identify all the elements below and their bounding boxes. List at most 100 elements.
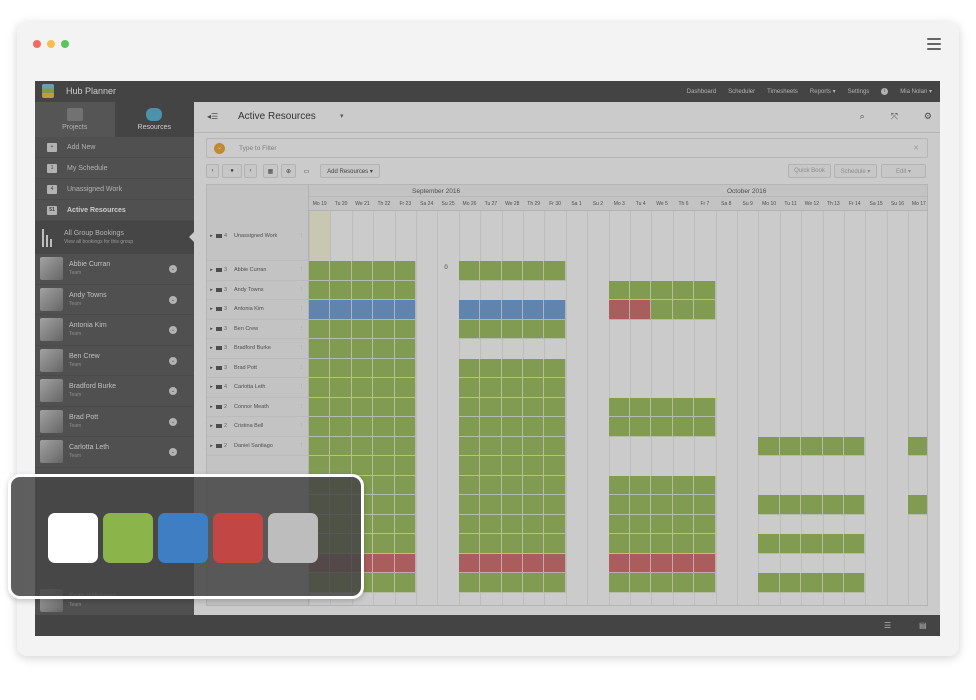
booking-block[interactable] [694,417,716,437]
booking-block[interactable] [501,475,523,495]
chevron-down-icon[interactable]: ⌄ [169,356,177,365]
booking-block[interactable] [523,436,545,456]
filter-chevron-icon[interactable]: ⌄ [214,143,225,154]
booking-block[interactable] [373,534,395,554]
grid-resource-row[interactable]: ▸ 3 Brad Pott ⋮ [207,359,309,378]
expand-triangle-icon[interactable]: ▸ [207,404,216,410]
color-swatch[interactable] [158,513,208,563]
booking-block[interactable] [330,417,352,437]
booking-block[interactable] [309,300,331,320]
booking-block[interactable] [330,280,352,300]
chevron-down-icon[interactable]: ⌄ [169,448,177,456]
booking-block[interactable] [501,417,523,437]
booking-block[interactable] [309,417,331,437]
clear-filter-icon[interactable]: ✕ [913,144,919,152]
booking-block[interactable] [458,514,481,534]
booking-block[interactable] [373,319,395,339]
booking-block[interactable] [523,514,545,534]
sidebar-item-unassigned-work[interactable]: 4 Unassigned Work [35,179,194,200]
booking-block[interactable] [630,417,652,437]
booking-block[interactable] [694,573,716,593]
booking-block[interactable] [523,378,545,398]
booking-block[interactable] [523,573,545,593]
booking-block[interactable] [480,358,502,378]
booking-block[interactable] [651,417,673,437]
booking-block[interactable] [544,358,566,378]
booking-block[interactable] [501,573,523,593]
booking-block[interactable] [373,553,395,573]
booking-block[interactable] [458,553,481,573]
booking-block[interactable] [330,339,352,359]
booking-block[interactable] [394,534,416,554]
booking-block[interactable] [651,495,673,515]
close-dot[interactable] [33,40,41,48]
sidebar-item-active-resources[interactable]: 51 Active Resources [35,200,194,221]
booking-block[interactable] [608,573,630,593]
booking-block[interactable] [523,456,545,476]
booking-block[interactable] [373,573,395,593]
booking-block[interactable] [672,280,695,300]
booking-block[interactable] [480,300,502,320]
row-menu-icon[interactable]: ⋮ [299,423,305,429]
chevron-down-icon[interactable]: ⌄ [169,417,177,426]
booking-block[interactable] [608,417,630,437]
booking-block[interactable] [394,436,416,456]
expand-triangle-icon[interactable]: ▸ [207,423,216,429]
booking-block[interactable] [373,339,395,359]
resource-item[interactable]: Andy Towns Team ⌄ [35,285,194,315]
booking-block[interactable] [351,261,374,281]
booking-block[interactable] [544,261,566,281]
chevron-down-icon[interactable]: ⌄ [169,265,177,273]
grid-resource-row[interactable]: ▸ 3 Bradford Burke ⋮ [207,339,309,359]
booking-block[interactable] [394,358,416,378]
tab-projects[interactable]: Projects [35,102,115,137]
booking-block[interactable] [694,397,716,417]
row-menu-icon[interactable]: ⋮ [299,384,305,390]
booking-block[interactable] [779,573,802,593]
booking-block[interactable] [544,436,566,456]
booking-block[interactable] [672,514,695,534]
booking-block[interactable] [501,300,523,320]
booking-block[interactable] [694,514,716,534]
booking-block[interactable] [480,573,502,593]
booking-block[interactable] [544,417,566,437]
booking-block[interactable] [351,300,374,320]
booking-block[interactable] [630,573,652,593]
booking-block[interactable] [309,319,331,339]
booking-block[interactable] [501,553,523,573]
booking-block[interactable] [822,534,844,554]
booking-block[interactable] [672,417,695,437]
booking-block[interactable] [394,280,416,300]
booking-block[interactable] [694,300,716,320]
nav-scheduler[interactable]: Scheduler [728,89,755,95]
booking-block[interactable] [480,397,502,417]
calendar-icon[interactable]: ▦ [263,164,278,178]
booking-block[interactable] [651,534,673,554]
booking-block[interactable] [330,261,352,281]
grid-resource-row[interactable]: ▸ 4 Unassigned Work ⋮ [207,211,309,261]
booking-block[interactable] [523,261,545,281]
edit-button[interactable]: Edit ▾ [881,164,926,178]
booking-block[interactable] [480,553,502,573]
booking-block[interactable] [672,397,695,417]
resource-item[interactable]: Ben Crew Team ⌄ [35,346,194,376]
booking-block[interactable] [480,378,502,398]
booking-block[interactable] [523,417,545,437]
booking-block[interactable] [608,280,630,300]
booking-block[interactable] [480,475,502,495]
booking-block[interactable] [651,475,673,495]
booking-block[interactable] [630,534,652,554]
booking-block[interactable] [608,495,630,515]
expand-triangle-icon[interactable]: ▸ [207,306,216,312]
booking-block[interactable] [672,534,695,554]
booking-block[interactable] [351,397,374,417]
booking-block[interactable] [523,300,545,320]
booking-block[interactable] [309,339,331,359]
collapse-sidebar-icon[interactable]: ◂☰ [207,112,218,121]
booking-block[interactable] [373,456,395,476]
booking-block[interactable] [544,553,566,573]
prev-arrow-icon[interactable]: ‹ [206,164,219,178]
expand-triangle-icon[interactable]: ▸ [207,267,216,273]
booking-block[interactable] [373,397,395,417]
booking-block[interactable] [458,319,481,339]
